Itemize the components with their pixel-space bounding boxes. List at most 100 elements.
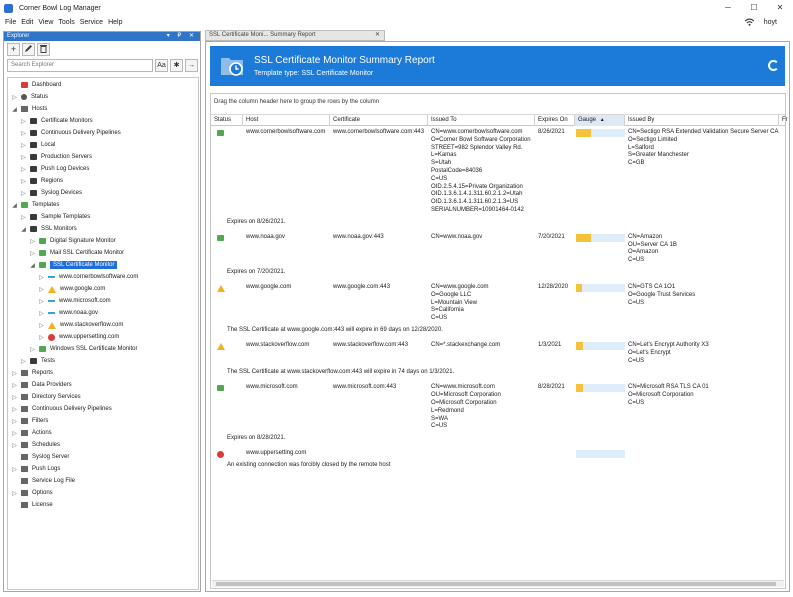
- expand-arrow-icon[interactable]: ▷: [38, 334, 45, 341]
- tree-item[interactable]: ▷ Sample Templates: [20, 211, 90, 223]
- tree-item[interactable]: ▷ Continuous Delivery Pipelines: [20, 127, 121, 139]
- tree-item[interactable]: ▷ Status: [11, 91, 48, 103]
- menu-tools[interactable]: Tools: [58, 19, 74, 26]
- expand-arrow-icon[interactable]: ▷: [38, 322, 45, 329]
- tree-item[interactable]: Dashboard: [11, 79, 61, 91]
- tree-item[interactable]: ▷ Filters: [11, 415, 48, 427]
- tree-item[interactable]: ▷ Continuous Delivery Pipelines: [11, 403, 112, 415]
- menu-help[interactable]: Help: [108, 19, 122, 26]
- tree-item[interactable]: ◢ Hosts: [11, 103, 47, 115]
- column-fr[interactable]: Fr: [779, 115, 788, 126]
- tree-item[interactable]: ▷ Certificate Monitors: [20, 115, 93, 127]
- menu-service[interactable]: Service: [80, 19, 103, 26]
- expand-arrow-icon[interactable]: ▷: [20, 130, 27, 137]
- expand-arrow-icon[interactable]: ▷: [11, 370, 18, 377]
- expand-arrow-icon[interactable]: ▷: [20, 214, 27, 221]
- tree-item[interactable]: ▷ www.noaa.gov: [38, 307, 98, 319]
- expand-arrow-icon[interactable]: ▷: [20, 154, 27, 161]
- expand-arrow-icon[interactable]: ▷: [29, 250, 36, 257]
- expand-arrow-icon[interactable]: ◢: [11, 202, 18, 209]
- expand-arrow-icon[interactable]: ◢: [20, 226, 27, 233]
- close-button[interactable]: ✕: [767, 0, 793, 16]
- column-status[interactable]: Status: [211, 115, 243, 126]
- tree-item[interactable]: ▷ Syslog Devices: [20, 187, 82, 199]
- column-expires-on[interactable]: Expires On: [535, 115, 575, 126]
- expand-arrow-icon[interactable]: ▷: [11, 382, 18, 389]
- expand-arrow-icon[interactable]: ▷: [11, 94, 18, 101]
- user-name[interactable]: hoyt: [764, 19, 777, 26]
- delete-button[interactable]: [37, 42, 50, 56]
- tree-item[interactable]: ◢ SSL Monitors: [20, 223, 77, 235]
- tree-item[interactable]: ▷ www.google.com: [38, 283, 105, 295]
- wildcard-button[interactable]: ✱: [170, 58, 183, 72]
- expand-arrow-icon[interactable]: ▷: [20, 166, 27, 173]
- tree-item[interactable]: ▷ Regions: [20, 175, 63, 187]
- expand-arrow-icon[interactable]: ▷: [20, 142, 27, 149]
- search-go-button[interactable]: →: [185, 58, 198, 72]
- tree-item[interactable]: License: [11, 499, 53, 511]
- horizontal-scrollbar[interactable]: [212, 580, 784, 587]
- tree-item[interactable]: ▷ Digital Signature Monitor: [29, 235, 116, 247]
- tree-item[interactable]: ▷ Push Logs: [11, 463, 60, 475]
- tree-item[interactable]: ▷ www.stackoverflow.com: [38, 319, 123, 331]
- expand-arrow-icon[interactable]: ▷: [38, 286, 45, 293]
- tree-item[interactable]: ▷ Options: [11, 487, 53, 499]
- tree-item[interactable]: ▷ Local: [20, 139, 55, 151]
- tree-item[interactable]: ▷ Production Servers: [20, 151, 92, 163]
- expand-arrow-icon[interactable]: ▷: [38, 274, 45, 281]
- refresh-spinner-icon[interactable]: [768, 60, 779, 71]
- tree-item[interactable]: ▷ Windows SSL Certificate Monitor: [29, 343, 137, 355]
- expand-arrow-icon[interactable]: ▷: [11, 466, 18, 473]
- expand-arrow-icon[interactable]: ▷: [20, 118, 27, 125]
- search-input[interactable]: Search Explorer: [7, 58, 153, 72]
- tree-item[interactable]: ▷ www.uppersetting.com: [38, 331, 119, 343]
- tree-item[interactable]: ▷ Push Log Devices: [20, 163, 89, 175]
- tree-item[interactable]: ▷ Actions: [11, 427, 52, 439]
- minimize-button[interactable]: ─: [715, 0, 741, 16]
- tab-ssl-summary-report[interactable]: SSL Certificate Moni... Summary Report ✕: [205, 30, 385, 41]
- expand-arrow-icon[interactable]: ▷: [29, 238, 36, 245]
- add-button[interactable]: +: [7, 42, 20, 56]
- expand-arrow-icon[interactable]: ▷: [11, 430, 18, 437]
- menu-edit[interactable]: Edit: [21, 19, 33, 26]
- match-case-button[interactable]: Aa: [155, 58, 168, 72]
- column-host[interactable]: Host: [243, 115, 330, 126]
- expand-arrow-icon[interactable]: ▷: [11, 418, 18, 425]
- expand-arrow-icon[interactable]: ▷: [38, 298, 45, 305]
- tree-item[interactable]: Syslog Server: [11, 451, 69, 463]
- expand-arrow-icon[interactable]: ▷: [20, 178, 27, 185]
- expand-arrow-icon[interactable]: ▷: [29, 346, 36, 353]
- expand-arrow-icon[interactable]: ▷: [11, 442, 18, 449]
- group-by-panel[interactable]: Drag the column header here to group the…: [211, 94, 785, 115]
- column-certificate[interactable]: Certificate: [330, 115, 428, 126]
- tree-item[interactable]: ▷ www.microsoft.com: [38, 295, 111, 307]
- tree-item[interactable]: ◢ Templates: [11, 199, 59, 211]
- tree-item[interactable]: ▷ Schedules: [11, 439, 60, 451]
- expand-arrow-icon[interactable]: ▷: [20, 358, 27, 365]
- tab-close-button[interactable]: ✕: [375, 31, 380, 40]
- tree-item[interactable]: ◢ SSL Certificate Monitor: [29, 259, 118, 271]
- expand-arrow-icon[interactable]: ◢: [11, 106, 18, 113]
- tree-item[interactable]: ▷ Tests: [20, 355, 55, 367]
- column-gauge[interactable]: Gauge ▲: [575, 115, 625, 126]
- explorer-controls[interactable]: ▾ ₽ ✕: [167, 32, 197, 41]
- expand-arrow-icon[interactable]: ▷: [11, 394, 18, 401]
- menu-view[interactable]: View: [38, 19, 53, 26]
- tree-item[interactable]: Service Log File: [11, 475, 75, 487]
- column-issued-by[interactable]: Issued By: [625, 115, 779, 126]
- tree-item[interactable]: ▷ Mail SSL Certificate Monitor: [29, 247, 124, 259]
- expand-arrow-icon[interactable]: ◢: [29, 262, 36, 269]
- expand-arrow-icon[interactable]: ▷: [11, 406, 18, 413]
- expand-arrow-icon[interactable]: ▷: [38, 310, 45, 317]
- column-issued-to[interactable]: Issued To: [428, 115, 535, 126]
- tree-item[interactable]: ▷ www.cornerbowlsoftware.com: [38, 271, 138, 283]
- maximize-button[interactable]: ☐: [741, 0, 767, 16]
- expand-arrow-icon[interactable]: ▷: [20, 190, 27, 197]
- tree-item[interactable]: ▷ Reports: [11, 367, 53, 379]
- tree-item[interactable]: ▷ Directory Services: [11, 391, 81, 403]
- tree-item[interactable]: ▷ Data Providers: [11, 379, 72, 391]
- menu-file[interactable]: File: [5, 19, 16, 26]
- expand-arrow-icon[interactable]: ▷: [11, 490, 18, 497]
- edit-button[interactable]: [22, 42, 35, 56]
- scrollbar-thumb[interactable]: [216, 582, 776, 586]
